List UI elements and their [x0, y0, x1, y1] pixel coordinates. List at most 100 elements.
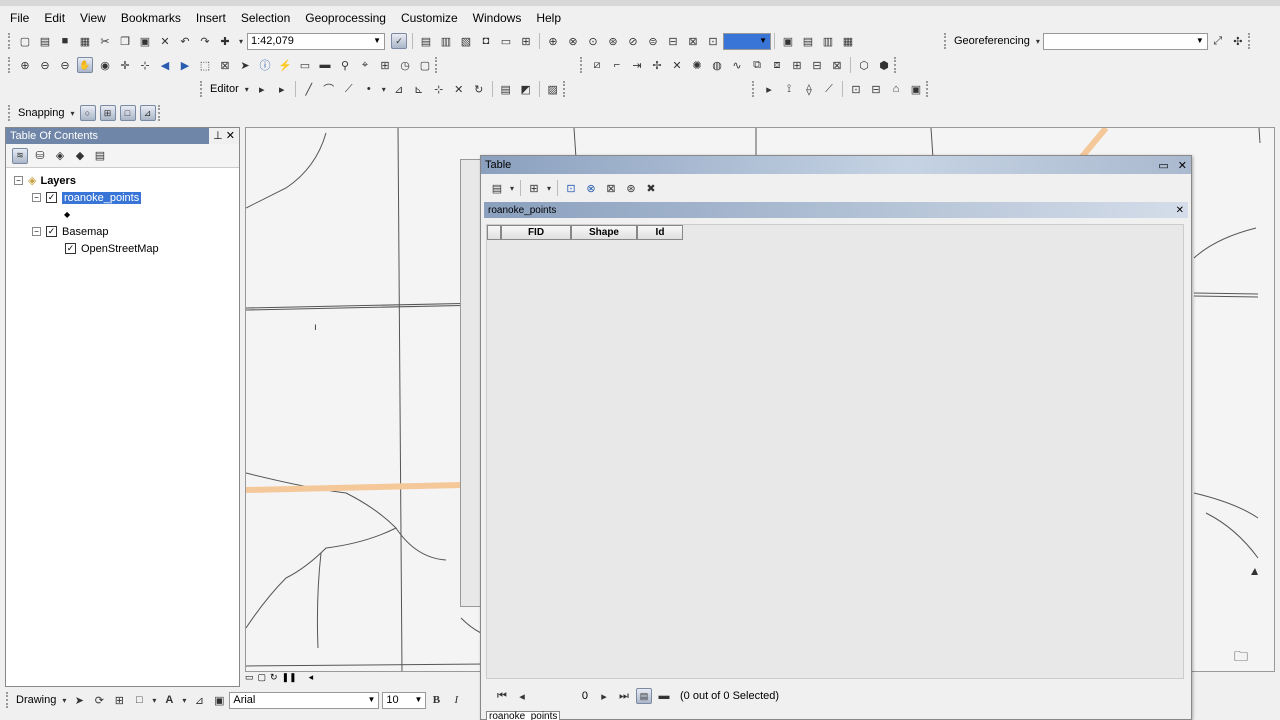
menu-customize[interactable]: Customize — [401, 11, 458, 25]
split-icon[interactable]: ✕ — [451, 81, 467, 97]
chevron-down-icon[interactable]: ▾ — [181, 692, 187, 708]
hyperlink-icon[interactable]: ⚡ — [277, 57, 293, 73]
topology-edit-icon[interactable]: ▸ — [761, 81, 777, 97]
copy-icon[interactable]: ❐ — [117, 33, 133, 49]
toolbar-grip[interactable] — [8, 105, 12, 121]
tree-row-openstreetmap[interactable]: ✓ OpenStreetMap — [6, 240, 239, 257]
extend-icon[interactable]: ⇥ — [629, 57, 645, 73]
arc-segment-icon[interactable]: ⌒ — [321, 81, 337, 97]
measure-icon[interactable]: ▬ — [317, 57, 333, 73]
print-icon[interactable]: ▦ — [77, 33, 93, 49]
redo-icon[interactable]: ↷ — [197, 33, 213, 49]
close-icon[interactable]: ✕ — [226, 130, 235, 142]
pan-icon[interactable]: ✋ — [77, 57, 93, 73]
previous-record-icon[interactable]: ◂ — [514, 688, 530, 704]
chevron-down-icon[interactable]: ▾ — [381, 81, 387, 97]
edit-vertices-icon[interactable]: ⊿ — [391, 81, 407, 97]
sketch-properties-icon[interactable]: ◩ — [518, 81, 534, 97]
menu-bookmarks[interactable]: Bookmarks — [121, 11, 181, 25]
go-to-xy-icon[interactable]: ⊞ — [377, 57, 393, 73]
explode-icon[interactable]: ✺ — [689, 57, 705, 73]
zoom-percent-combo[interactable]: ▼ — [723, 32, 771, 50]
attributes-icon[interactable]: ▤ — [498, 81, 514, 97]
chevron-down-icon[interactable]: ▾ — [546, 180, 552, 196]
rectangle-icon[interactable]: □ — [131, 692, 147, 708]
delete-icon[interactable]: ✕ — [157, 33, 173, 49]
edge-snapping-icon[interactable]: ⊿ — [139, 105, 156, 121]
chevron-down-icon[interactable]: ▾ — [509, 180, 515, 196]
map-scale-combo[interactable]: 1:42,079 ▼ — [247, 32, 385, 50]
add-data-icon[interactable]: ✚ — [217, 33, 233, 49]
clear-selection-icon[interactable]: ⊠ — [603, 180, 619, 196]
show-all-records-icon[interactable]: ▤ — [636, 688, 652, 704]
close-icon[interactable]: ✕ — [1176, 205, 1184, 216]
toolbar-grip[interactable] — [8, 33, 12, 49]
end-snapping-icon[interactable]: ⊞ — [99, 105, 116, 121]
fixed-zoom-out-icon[interactable]: ⊹ — [137, 57, 153, 73]
new-document-icon[interactable]: ▢ — [17, 33, 33, 49]
text-icon[interactable]: A — [161, 692, 177, 708]
layout-icon[interactable]: ▦ — [840, 33, 856, 49]
refresh-icon[interactable]: ↻ — [270, 672, 278, 683]
toolbar-grip[interactable] — [8, 57, 12, 73]
georeferencing-menu[interactable]: Georeferencing — [954, 35, 1030, 47]
toolbar-grip[interactable] — [894, 57, 898, 73]
layer-visibility-checkbox[interactable]: ✓ — [46, 192, 57, 203]
back-extent-icon[interactable]: ◀ — [157, 57, 173, 73]
select-elements-icon[interactable]: ➤ — [237, 57, 253, 73]
related-tables-icon[interactable]: ⊞ — [526, 180, 542, 196]
cut-icon[interactable]: ✂ — [97, 33, 113, 49]
select-features-icon[interactable]: ⬚ — [197, 57, 213, 73]
collapse-icon[interactable]: − — [32, 227, 41, 236]
editor-toolbar-icon[interactable]: ✓ — [391, 33, 407, 49]
fixed-zoom-in-icon[interactable]: ✛ — [117, 57, 133, 73]
validate-icon[interactable]: ⊟ — [868, 81, 884, 97]
maximize-icon[interactable]: ▭ — [1158, 160, 1168, 172]
pause-drawing-icon[interactable]: ❚❚ — [282, 672, 297, 683]
collapse-icon[interactable]: − — [32, 193, 41, 202]
row-selector-header[interactable] — [487, 225, 501, 240]
model-builder-icon[interactable]: ⊞ — [518, 33, 534, 49]
tree-row-layers[interactable]: − ◈ Layers — [6, 172, 239, 189]
trace-icon[interactable]: ⟋ — [341, 81, 357, 97]
generalize-icon[interactable]: ◍ — [709, 57, 725, 73]
list-by-drawing-order-icon[interactable]: ≋ — [12, 147, 28, 164]
tool-icon[interactable]: ⊙ — [585, 33, 601, 49]
column-header-fid[interactable]: FID — [501, 225, 571, 240]
toolbar-grip[interactable] — [157, 105, 162, 121]
layer-visibility-checkbox[interactable]: ✓ — [46, 226, 57, 237]
tool-icon[interactable]: ⊘ — [625, 33, 641, 49]
editor-menu[interactable]: Editor — [210, 83, 239, 95]
column-header-shape[interactable]: Shape — [571, 225, 637, 240]
zoom-to-selected-icon[interactable]: ⊛ — [623, 180, 639, 196]
tool-icon[interactable]: ⬢ — [876, 57, 892, 73]
pin-icon[interactable]: ⊥ — [213, 130, 223, 142]
tool-icon[interactable]: ⧉ — [749, 57, 765, 73]
toolbar-grip[interactable] — [1247, 33, 1252, 49]
close-icon[interactable]: ✕ — [1178, 160, 1187, 172]
identify-icon[interactable]: ⓘ — [257, 57, 273, 73]
edit-tool-icon[interactable]: ▸ — [254, 81, 270, 97]
rotate-icon[interactable]: ⟳ — [91, 692, 107, 708]
record-position[interactable]: 0 — [532, 690, 588, 702]
tool-icon[interactable]: ⊡ — [705, 33, 721, 49]
edit-annotation-icon[interactable]: ▸ — [274, 81, 290, 97]
list-by-source-icon[interactable]: ⛁ — [32, 148, 48, 164]
first-record-icon[interactable]: ⏮ — [494, 688, 510, 704]
list-by-visibility-icon[interactable]: ◈ — [52, 148, 68, 164]
tool-icon[interactable]: ⊕ — [545, 33, 561, 49]
toolbar-grip[interactable] — [435, 57, 439, 73]
menu-view[interactable]: View — [80, 11, 106, 25]
full-extent-icon[interactable]: ◉ — [97, 57, 113, 73]
cut-polygons-icon[interactable]: ⊹ — [431, 81, 447, 97]
tool-icon[interactable]: ▣ — [908, 81, 924, 97]
add-control-points-icon[interactable]: ⤢ — [1210, 33, 1226, 49]
folder-icon[interactable]: 🗀 — [1234, 646, 1248, 670]
zoom-in-icon[interactable]: ⊕ — [17, 57, 33, 73]
layout-icon[interactable]: ▥ — [820, 33, 836, 49]
toolbar-grip[interactable] — [752, 81, 756, 97]
tree-row-basemap[interactable]: − ✓ Basemap — [6, 223, 239, 240]
point-icon[interactable]: • — [361, 81, 377, 97]
toolbar-grip[interactable] — [944, 33, 948, 49]
chevron-down-icon[interactable]: ▾ — [237, 33, 245, 49]
